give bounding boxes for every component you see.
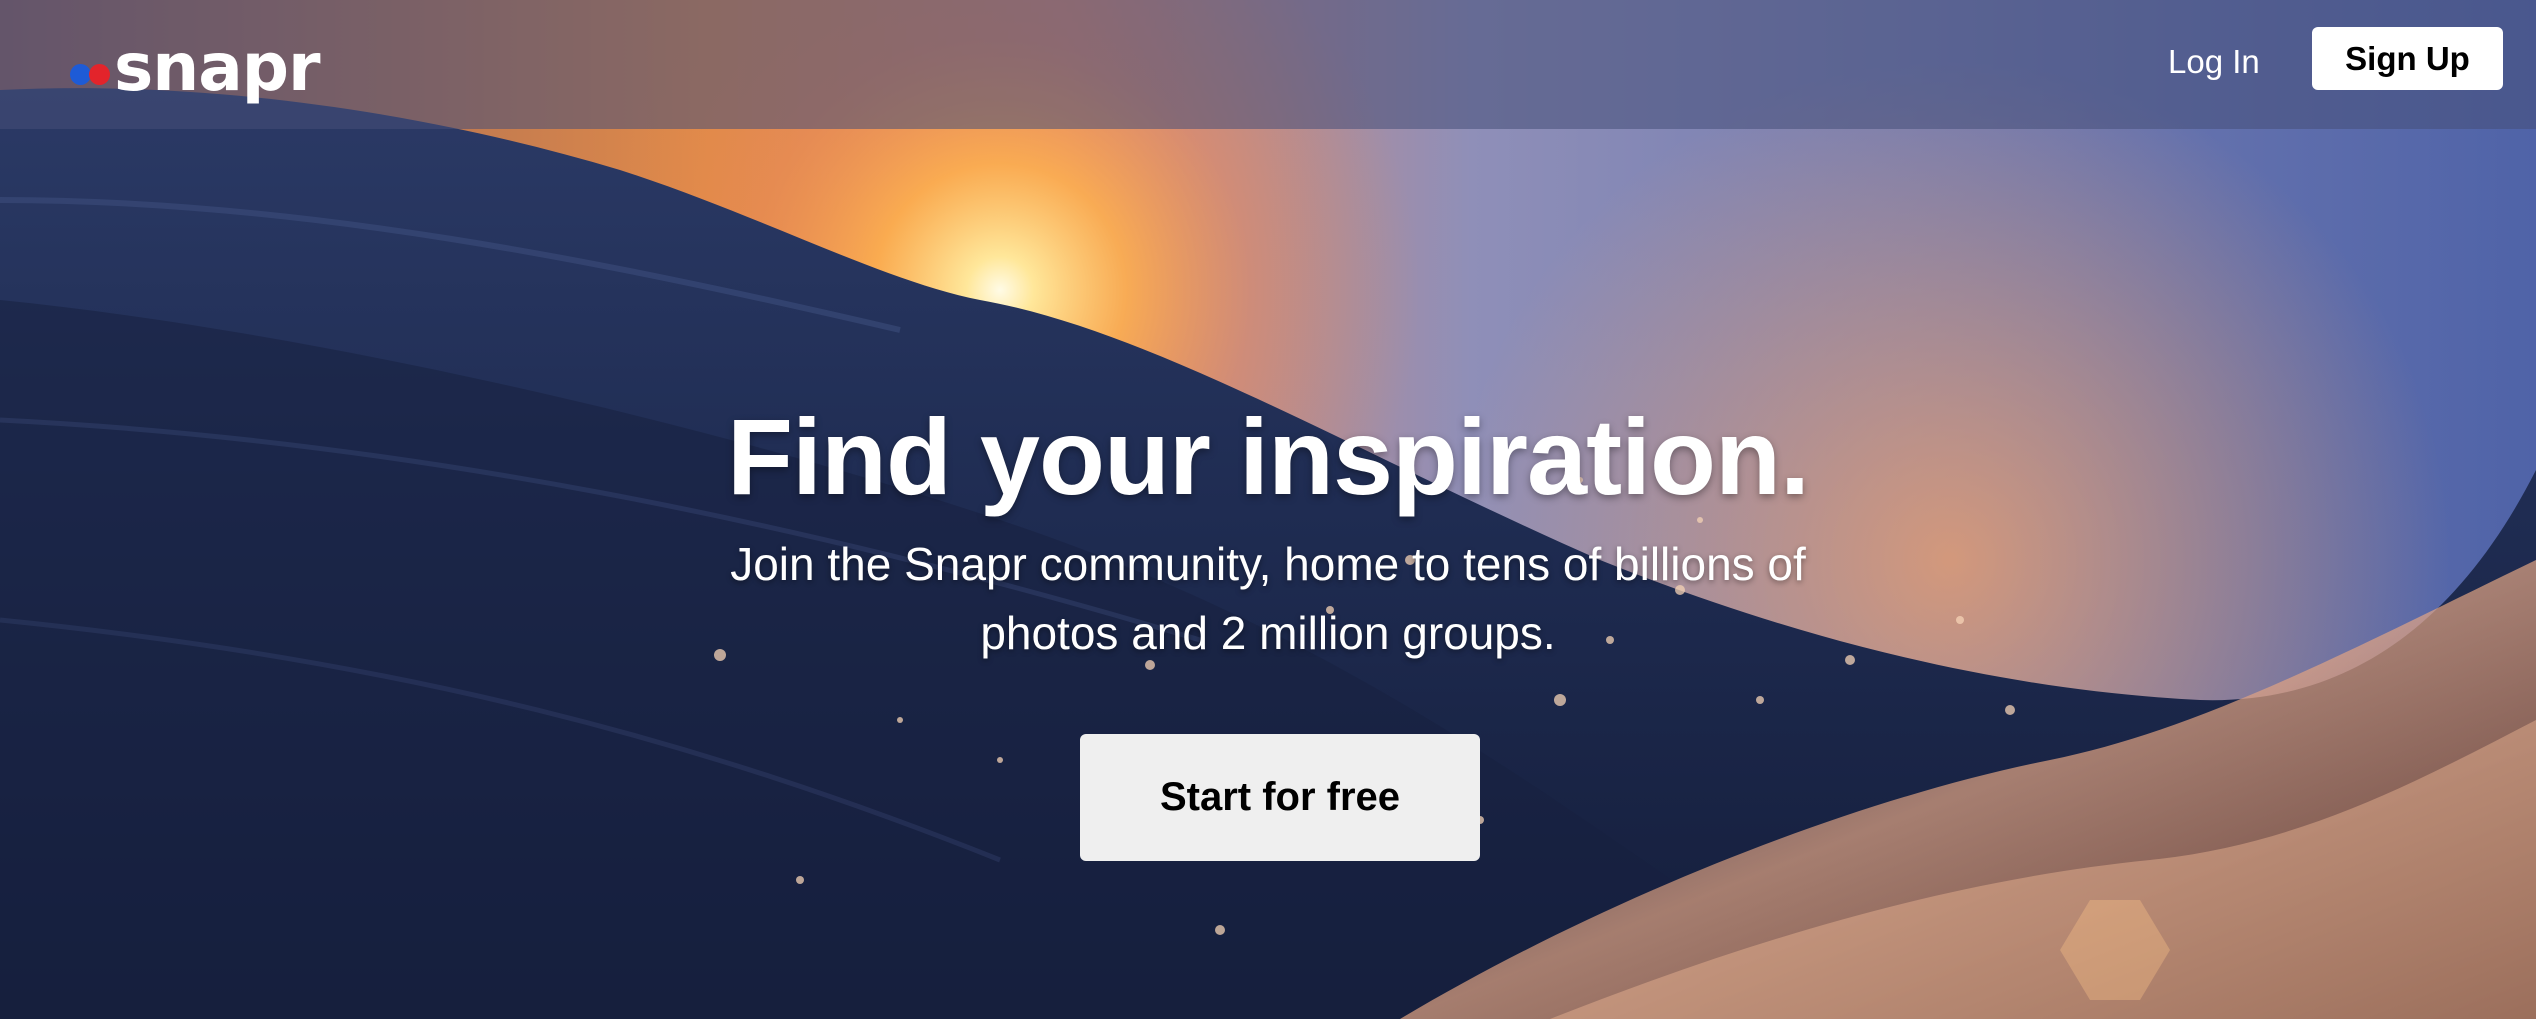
login-link[interactable]: Log In — [2168, 40, 2260, 84]
logo-red-dot — [89, 63, 110, 85]
hero-title: Find your inspiration. — [727, 396, 1810, 518]
page: snapr Log In Sign Up Find your inspirati… — [0, 0, 2536, 1019]
top-navbar: snapr Log In Sign Up — [0, 0, 2536, 129]
logo-dots-icon — [70, 63, 110, 85]
start-for-free-button[interactable]: Start for free — [1080, 734, 1480, 861]
logo-blue-dot — [70, 63, 91, 85]
signup-button[interactable]: Sign Up — [2312, 27, 2503, 90]
snapr-logo[interactable]: snapr — [70, 28, 321, 108]
hero-subtitle: Join the Snapr community, home to tens o… — [730, 538, 1806, 659]
logo-text: snapr — [114, 29, 321, 106]
